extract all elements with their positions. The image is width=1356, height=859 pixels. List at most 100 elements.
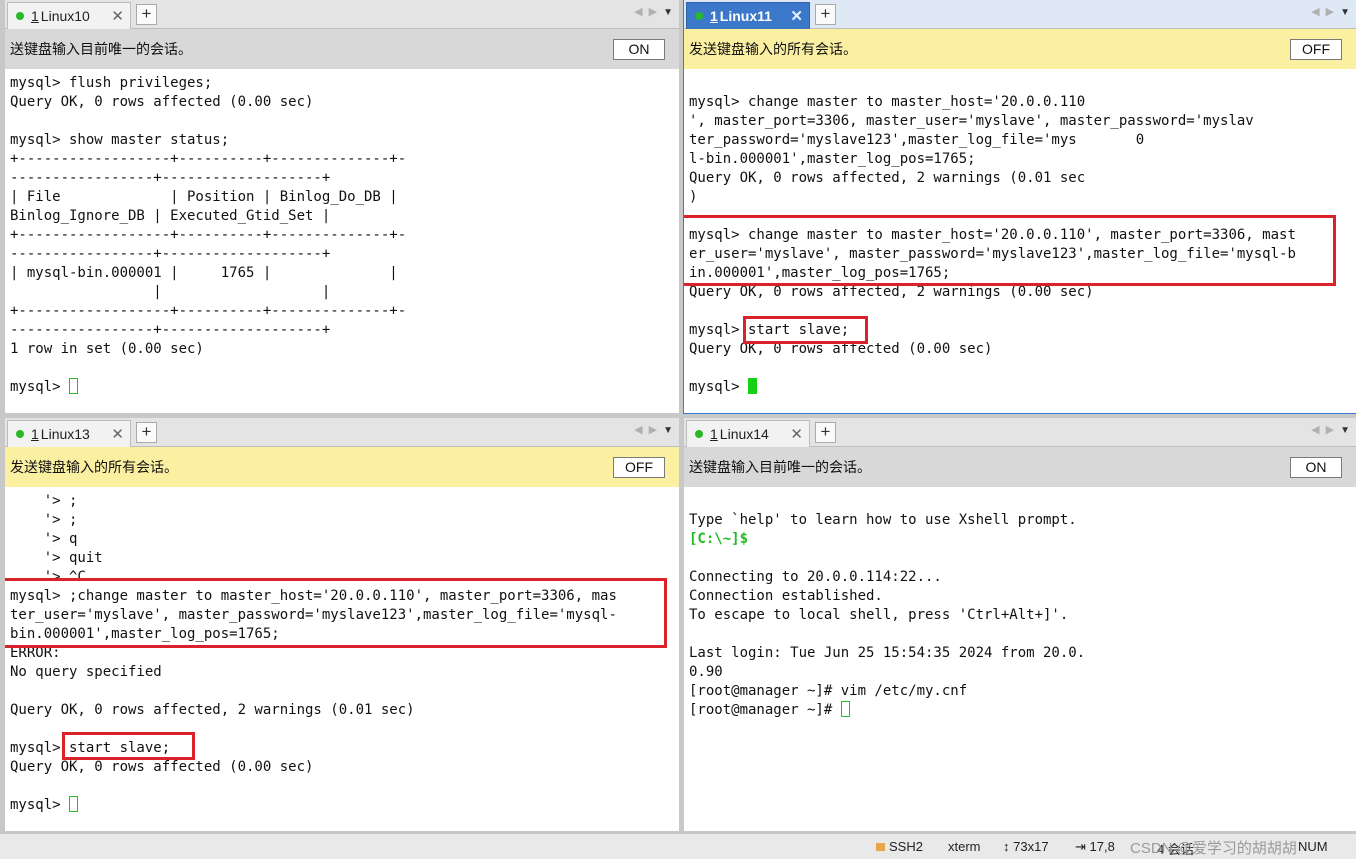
terminal-line: in.000001',master_log_pos=1765; — [689, 265, 951, 281]
tab-scroll-arrows[interactable]: ◀▶▼ — [1311, 5, 1350, 18]
terminal-output[interactable]: mysql> flush privileges; Query OK, 0 rows… — [10, 74, 677, 413]
notice-text: 送键盘输入目前唯一的会话。 — [10, 42, 192, 58]
add-tab-button[interactable]: + — [815, 4, 836, 25]
terminal-output[interactable]: Type `help' to learn how to use Xshell p… — [689, 492, 1354, 831]
terminal-line: mysql> — [689, 378, 1354, 397]
cursor-position: ⇥ 17,8 — [1075, 839, 1115, 854]
terminal-line: 1 row in set (0.00 sec) — [10, 341, 204, 357]
terminal-line: mysql> — [10, 796, 677, 815]
terminal-line: er_user='myslave', master_password='mysl… — [689, 246, 1296, 262]
terminal-line: ) — [689, 189, 698, 205]
terminal-line: +------------------+----------+---------… — [10, 227, 407, 243]
add-tab-button[interactable]: + — [136, 422, 157, 443]
tab-bar: 1 Linux11 ✕ + ◀▶▼ — [684, 0, 1356, 29]
compose-notice-bar: 发送键盘输入的所有会话。 OFF — [684, 29, 1356, 69]
close-tab-icon[interactable]: ✕ — [111, 425, 124, 443]
terminal-line: ', master_port=3306, master_user='myslav… — [689, 113, 1254, 129]
terminal-pane-linux10[interactable]: 1 Linux10 ✕ + ◀▶▼ 送键盘输入目前唯一的会话。 ON mysql… — [5, 0, 679, 413]
tab-linux10[interactable]: 1 Linux10 ✕ — [7, 2, 131, 29]
terminal-line: No query specified — [10, 664, 162, 680]
terminal-line: -----------------+-------------------+ — [10, 170, 331, 186]
tab-linux14[interactable]: 1 Linux14 ✕ — [686, 420, 810, 447]
terminal-line: Binlog_Ignore_DB | Executed_Gtid_Set | — [10, 208, 331, 224]
close-tab-icon[interactable]: ✕ — [790, 425, 803, 443]
add-tab-button[interactable]: + — [136, 4, 157, 25]
terminal-line: 0.90 — [689, 664, 723, 680]
terminal-line: mysql> flush privileges; — [10, 75, 213, 91]
terminal-line: Query OK, 0 rows affected, 2 warnings (0… — [689, 284, 1094, 300]
terminal-line: '> ^C — [10, 569, 86, 585]
terminal-line: | mysql-bin.000001 | 1765 | | — [10, 265, 398, 281]
terminal-line: '> q — [10, 531, 78, 547]
terminal-line: '> ; — [10, 512, 78, 528]
terminal-line: ERROR: — [10, 645, 61, 661]
tab-bar: 1 Linux13 ✕ + ◀▶▼ — [5, 418, 679, 447]
terminal-line: '> ; — [10, 493, 78, 509]
terminal-line: Query OK, 0 rows affected (0.00 sec) — [689, 341, 993, 357]
terminal-line: [C:\~]$ — [689, 531, 749, 547]
session-connected-icon — [16, 12, 24, 20]
terminal-line: +------------------+----------+---------… — [10, 151, 407, 167]
terminal-line: '> quit — [10, 550, 103, 566]
chevron-down-icon: ▼ — [663, 7, 673, 18]
tab-scroll-arrows[interactable]: ◀▶▼ — [1311, 423, 1350, 436]
session-connected-icon — [16, 430, 24, 438]
terminal-line: -----------------+-------------------+ — [10, 246, 331, 262]
resize-icon: ↕ — [1003, 839, 1014, 854]
terminal-type: xterm — [948, 839, 981, 854]
terminal-line: bin.000001',master_log_pos=1765; — [10, 626, 280, 642]
terminal-output[interactable]: mysql> change master to master_host='20.… — [689, 74, 1354, 413]
terminal-line: +------------------+----------+---------… — [10, 303, 407, 319]
terminal-line: mysql> start slave; — [689, 322, 850, 338]
send-to-all-toggle[interactable]: ON — [613, 39, 665, 60]
close-tab-icon[interactable]: ✕ — [111, 7, 124, 25]
terminal-line: | File | Position | Binlog_Do_DB | — [10, 189, 398, 205]
chevron-down-icon: ▼ — [1340, 425, 1350, 436]
terminal-line: Query OK, 0 rows affected (0.00 sec) — [10, 759, 314, 775]
chevron-down-icon: ▼ — [663, 425, 673, 436]
compose-notice-bar: 送键盘输入目前唯一的会话。 ON — [5, 29, 679, 69]
terminal-line: | | — [10, 284, 331, 300]
terminal-line: ter_password='myslave123',master_log_fil… — [689, 132, 1145, 148]
watermark: CSDN @爱学习的胡胡胡 — [1130, 840, 1297, 857]
terminal-line: mysql> show master status; — [10, 132, 230, 148]
terminal-line: Query OK, 0 rows affected, 2 warnings (0… — [689, 170, 1086, 186]
notice-text: 发送键盘输入的所有会话。 — [689, 42, 857, 58]
send-to-all-toggle[interactable]: OFF — [613, 457, 665, 478]
terminal-pane-linux14[interactable]: 1 Linux14 ✕ + ◀▶▼ 送键盘输入目前唯一的会话。 ON Type … — [684, 418, 1356, 831]
terminal-size: ↕ 73x17 — [1003, 839, 1049, 854]
add-tab-button[interactable]: + — [815, 422, 836, 443]
terminal-pane-linux13[interactable]: 1 Linux13 ✕ + ◀▶▼ 发送键盘输入的所有会话。 OFF '> ; … — [5, 418, 679, 831]
text-cursor — [748, 378, 758, 394]
terminal-line: Last login: Tue Jun 25 15:54:35 2024 fro… — [689, 645, 1086, 661]
tab-linux13[interactable]: 1 Linux13 ✕ — [7, 420, 131, 447]
lock-icon — [876, 843, 885, 851]
send-to-all-toggle[interactable]: OFF — [1290, 39, 1342, 60]
terminal-pane-linux11[interactable]: 1 Linux11 ✕ + ◀▶▼ 发送键盘输入的所有会话。 OFF mysql… — [683, 0, 1356, 414]
terminal-output[interactable]: '> ; '> ; '> q '> quit '> ^C mysql> ;chan… — [10, 492, 677, 831]
terminal-line: Connection established. — [689, 588, 883, 604]
terminal-line: Query OK, 0 rows affected (0.00 sec) — [10, 94, 314, 110]
compose-notice-bar: 发送键盘输入的所有会话。 OFF — [5, 447, 679, 487]
text-cursor — [840, 701, 850, 717]
tab-scroll-arrows[interactable]: ◀▶▼ — [634, 423, 673, 436]
tab-bar: 1 Linux14 ✕ + ◀▶▼ — [684, 418, 1356, 447]
tab-linux11[interactable]: 1 Linux11 ✕ — [686, 2, 810, 29]
close-tab-icon[interactable]: ✕ — [790, 7, 803, 25]
terminal-line: mysql> change master to master_host='20.… — [689, 227, 1296, 243]
text-cursor — [69, 796, 79, 812]
terminal-line: mysql> ;change master to master_host='20… — [10, 588, 617, 604]
send-to-all-toggle[interactable]: ON — [1290, 457, 1342, 478]
terminal-line: Connecting to 20.0.0.114:22... — [689, 569, 942, 585]
terminal-line: Type `help' to learn how to use Xshell p… — [689, 512, 1077, 528]
tab-scroll-arrows[interactable]: ◀▶▼ — [634, 5, 673, 18]
